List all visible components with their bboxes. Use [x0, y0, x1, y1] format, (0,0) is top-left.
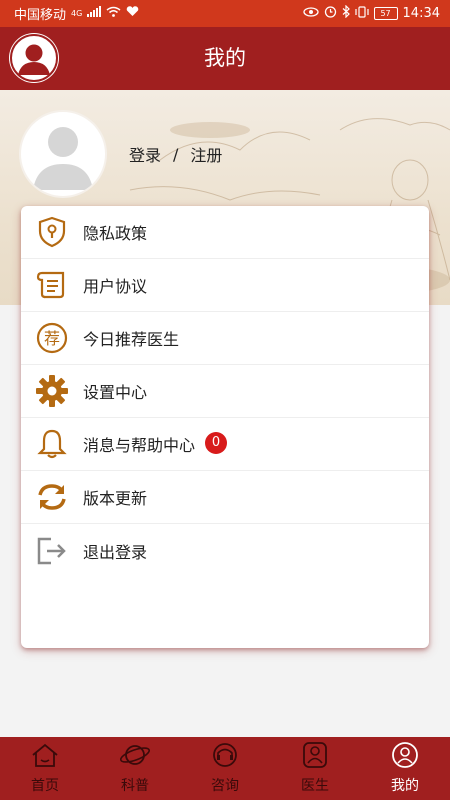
auth-links: 登录 / 注册: [129, 142, 222, 166]
unread-count-badge: 0: [205, 432, 227, 454]
home-icon: [30, 742, 60, 772]
nav-label: 我的: [391, 778, 419, 794]
clock-label: 14:34: [402, 6, 440, 21]
register-link[interactable]: 注册: [190, 142, 222, 166]
nav-mine[interactable]: 我的: [360, 737, 450, 800]
menu-item-label: 设置中心: [83, 383, 148, 402]
menu-item-messages-help[interactable]: 消息与帮助中心 0: [21, 418, 429, 471]
menu-item-label: 用户协议: [83, 277, 148, 296]
menu-card: 隐私政策 用户协议 荐 今日推荐医生 设置中心 消息与帮助中心 0 版本更新 退…: [21, 206, 429, 648]
refresh-icon: [33, 478, 71, 516]
nav-label: 医生: [301, 778, 329, 794]
menu-item-label: 消息与帮助中心: [83, 436, 196, 455]
menu-item-logout[interactable]: 退出登录: [21, 524, 429, 577]
bottom-nav: 首页 科普 咨询 医生 我的: [0, 737, 450, 800]
menu-item-settings[interactable]: 设置中心: [21, 365, 429, 418]
nav-label: 首页: [31, 778, 59, 794]
planet-icon: [119, 742, 151, 772]
alarm-icon: [324, 5, 337, 22]
auth-separator: /: [173, 144, 179, 164]
user-icon: [390, 742, 420, 772]
status-bar: 中国移动 4G 57 14:34: [0, 0, 450, 27]
menu-item-version-update[interactable]: 版本更新: [21, 471, 429, 524]
battery-indicator: 57: [373, 7, 398, 20]
logout-icon: [33, 532, 71, 570]
nav-science[interactable]: 科普: [90, 737, 180, 800]
doctor-icon: [300, 742, 330, 772]
menu-item-label: 隐私政策: [83, 224, 148, 243]
eye-icon: [302, 6, 319, 21]
menu-item-label: 今日推荐医生: [83, 330, 180, 349]
shield-lock-icon: [33, 213, 71, 251]
nav-home[interactable]: 首页: [0, 737, 90, 800]
recommend-icon-glyph: 荐: [44, 329, 60, 348]
nav-label: 咨询: [211, 778, 239, 794]
wifi-icon: [106, 6, 121, 21]
network-label: 4G: [71, 9, 83, 18]
menu-item-label: 退出登录: [83, 542, 148, 562]
app-header: 我的: [0, 27, 450, 90]
nav-label: 科普: [121, 778, 149, 794]
menu-item-recommended-doctors[interactable]: 荐 今日推荐医生: [21, 312, 429, 365]
recommend-icon: 荐: [33, 319, 71, 357]
signal-icon: [87, 6, 102, 21]
avatar-placeholder-icon: [33, 127, 93, 190]
heart-icon: [126, 6, 139, 21]
nav-doctors[interactable]: 医生: [270, 737, 360, 800]
vibrate-icon: [354, 5, 369, 22]
page-title: 我的: [204, 46, 246, 70]
bluetooth-icon: [342, 4, 350, 22]
gear-icon: [33, 372, 71, 410]
carrier-label: 中国移动: [14, 8, 67, 23]
scroll-icon: [33, 266, 71, 304]
profile-avatar[interactable]: [19, 110, 107, 198]
headset-icon: [210, 742, 240, 772]
bell-icon: [33, 425, 71, 463]
menu-item-user-agreement[interactable]: 用户协议: [21, 259, 429, 312]
login-link[interactable]: 登录: [129, 142, 161, 166]
nav-consult[interactable]: 咨询: [180, 737, 270, 800]
menu-item-privacy-policy[interactable]: 隐私政策: [21, 206, 429, 259]
menu-item-label: 版本更新: [83, 489, 148, 508]
